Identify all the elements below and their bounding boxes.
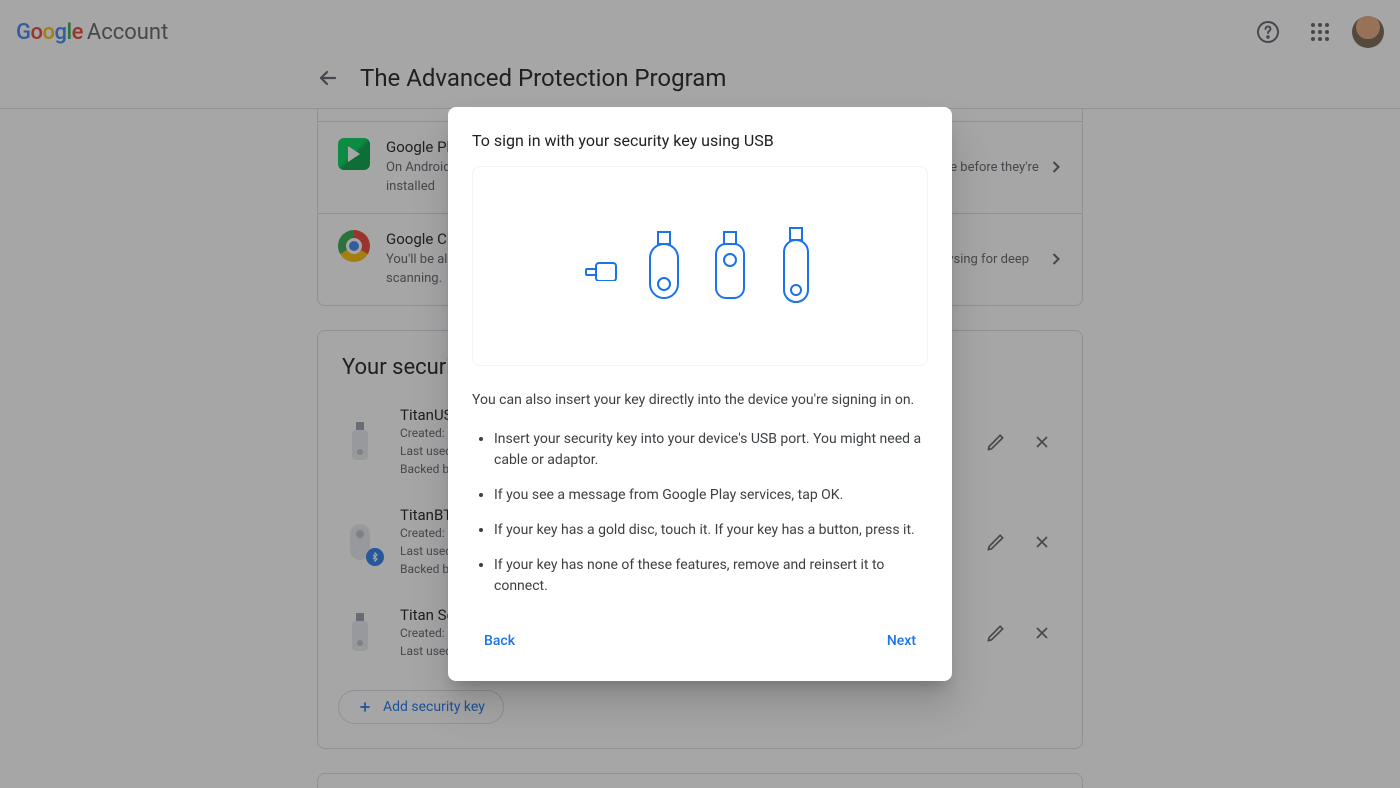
dialog-step: If your key has none of these features, … [494,555,928,597]
usb-keys-illustration [472,166,928,366]
dialog-step: Insert your security key into your devic… [494,429,928,471]
dialog-steps-list: Insert your security key into your devic… [472,429,928,597]
dialog-step: If you see a message from Google Play se… [494,485,928,506]
dialog-title: To sign in with your security key using … [472,131,928,150]
dialog-next-button[interactable]: Next [875,625,928,657]
dialog-intro: You can also insert your key directly in… [472,390,928,411]
dialog-step: If your key has a gold disc, touch it. I… [494,520,928,541]
dialog-back-button[interactable]: Back [472,625,527,657]
usb-signin-dialog: To sign in with your security key using … [448,107,952,681]
